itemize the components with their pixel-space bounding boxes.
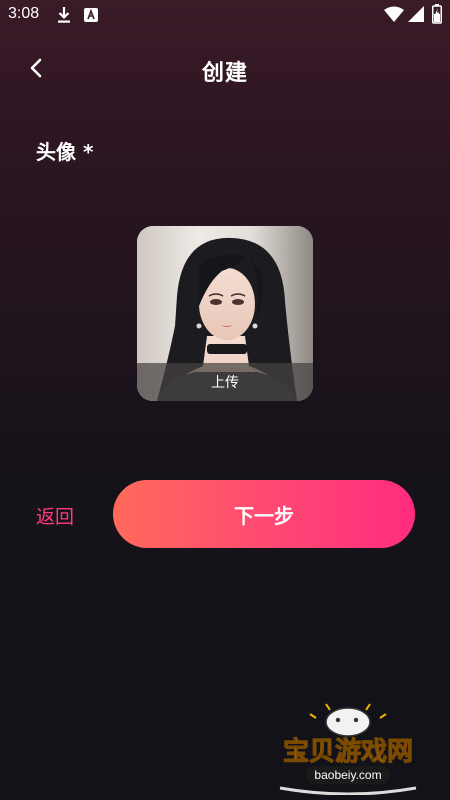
return-button[interactable]: 返回 xyxy=(36,502,74,529)
upload-button[interactable]: 上传 xyxy=(137,363,313,401)
watermark-brand-text: 宝贝游戏网 xyxy=(283,736,413,767)
battery-icon xyxy=(432,4,442,28)
watermark-url-text: baobeiy.com xyxy=(314,768,381,782)
signal-icon xyxy=(408,6,424,26)
upload-label: 上传 xyxy=(211,375,239,391)
next-step-button[interactable]: 下一步 xyxy=(113,480,415,548)
status-time: 3:08 xyxy=(8,5,40,22)
app-notification-icon xyxy=(84,7,98,26)
wifi-icon xyxy=(384,6,404,26)
watermark-logo: 宝贝游戏网 baobeiy.com xyxy=(268,700,428,796)
download-icon xyxy=(56,6,72,28)
next-step-label: 下一步 xyxy=(234,503,294,528)
avatar-upload-card[interactable]: 上传 xyxy=(137,226,313,401)
status-bar: 3:08 xyxy=(0,0,450,30)
avatar-field-label: 头像 * xyxy=(36,140,94,164)
page-title: 创建 xyxy=(201,61,248,86)
